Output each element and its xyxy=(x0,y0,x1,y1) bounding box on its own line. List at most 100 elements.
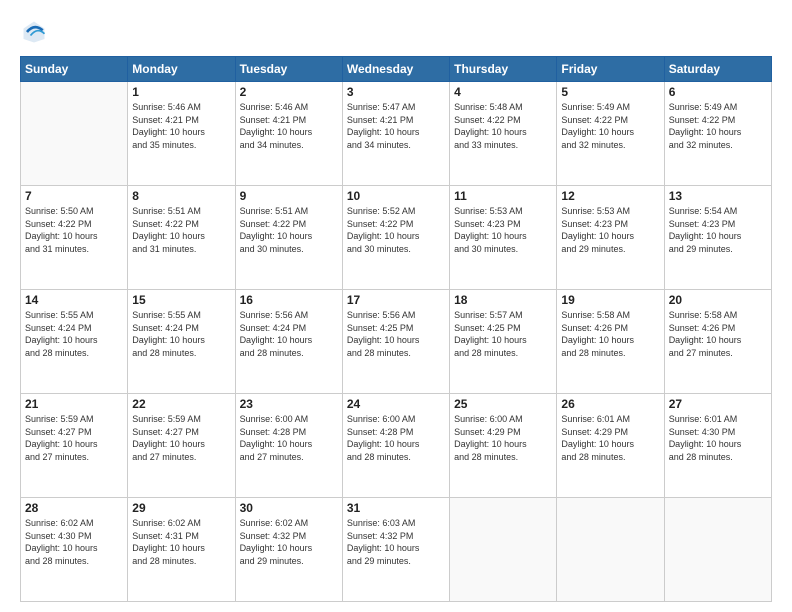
day-number: 14 xyxy=(25,293,123,307)
day-number: 6 xyxy=(669,85,767,99)
page: SundayMondayTuesdayWednesdayThursdayFrid… xyxy=(0,0,792,612)
day-number: 21 xyxy=(25,397,123,411)
day-info: Sunrise: 5:50 AM Sunset: 4:22 PM Dayligh… xyxy=(25,205,123,255)
day-number: 28 xyxy=(25,501,123,515)
day-number: 18 xyxy=(454,293,552,307)
day-info: Sunrise: 6:01 AM Sunset: 4:30 PM Dayligh… xyxy=(669,413,767,463)
day-cell: 27 Sunrise: 6:01 AM Sunset: 4:30 PM Dayli… xyxy=(664,394,771,498)
day-number: 17 xyxy=(347,293,445,307)
day-info: Sunrise: 5:46 AM Sunset: 4:21 PM Dayligh… xyxy=(132,101,230,151)
day-info: Sunrise: 5:53 AM Sunset: 4:23 PM Dayligh… xyxy=(454,205,552,255)
day-cell: 3Sunrise: 5:47 AM Sunset: 4:21 PM Daylig… xyxy=(342,82,449,186)
day-info: Sunrise: 6:03 AM Sunset: 4:32 PM Dayligh… xyxy=(347,517,445,567)
day-cell: 31 Sunrise: 6:03 AM Sunset: 4:32 PM Dayli… xyxy=(342,498,449,602)
day-cell: 28 Sunrise: 6:02 AM Sunset: 4:30 PM Dayli… xyxy=(21,498,128,602)
week-row-3: 21 Sunrise: 5:59 AM Sunset: 4:27 PM Dayli… xyxy=(21,394,772,498)
day-number: 7 xyxy=(25,189,123,203)
day-info: Sunrise: 5:56 AM Sunset: 4:24 PM Dayligh… xyxy=(240,309,338,359)
day-cell: 14 Sunrise: 5:55 AM Sunset: 4:24 PM Dayli… xyxy=(21,290,128,394)
day-cell: 16 Sunrise: 5:56 AM Sunset: 4:24 PM Dayli… xyxy=(235,290,342,394)
day-cell: 20 Sunrise: 5:58 AM Sunset: 4:26 PM Dayli… xyxy=(664,290,771,394)
day-info: Sunrise: 5:58 AM Sunset: 4:26 PM Dayligh… xyxy=(669,309,767,359)
day-number: 23 xyxy=(240,397,338,411)
day-info: Sunrise: 5:55 AM Sunset: 4:24 PM Dayligh… xyxy=(25,309,123,359)
day-cell xyxy=(557,498,664,602)
day-cell: 12Sunrise: 5:53 AM Sunset: 4:23 PM Dayli… xyxy=(557,186,664,290)
col-header-wednesday: Wednesday xyxy=(342,57,449,82)
day-cell: 5 Sunrise: 5:49 AM Sunset: 4:22 PM Daylig… xyxy=(557,82,664,186)
day-cell: 9 Sunrise: 5:51 AM Sunset: 4:22 PM Daylig… xyxy=(235,186,342,290)
week-row-0: 1 Sunrise: 5:46 AM Sunset: 4:21 PM Daylig… xyxy=(21,82,772,186)
calendar-table: SundayMondayTuesdayWednesdayThursdayFrid… xyxy=(20,56,772,602)
day-info: Sunrise: 5:59 AM Sunset: 4:27 PM Dayligh… xyxy=(25,413,123,463)
day-cell: 6 Sunrise: 5:49 AM Sunset: 4:22 PM Daylig… xyxy=(664,82,771,186)
day-cell: 25 Sunrise: 6:00 AM Sunset: 4:29 PM Dayli… xyxy=(450,394,557,498)
day-info: Sunrise: 5:49 AM Sunset: 4:22 PM Dayligh… xyxy=(669,101,767,151)
week-row-4: 28 Sunrise: 6:02 AM Sunset: 4:30 PM Dayli… xyxy=(21,498,772,602)
day-cell: 13 Sunrise: 5:54 AM Sunset: 4:23 PM Dayli… xyxy=(664,186,771,290)
day-cell: 23 Sunrise: 6:00 AM Sunset: 4:28 PM Dayli… xyxy=(235,394,342,498)
day-number: 24 xyxy=(347,397,445,411)
day-info: Sunrise: 5:49 AM Sunset: 4:22 PM Dayligh… xyxy=(561,101,659,151)
day-number: 4 xyxy=(454,85,552,99)
day-number: 26 xyxy=(561,397,659,411)
day-info: Sunrise: 6:02 AM Sunset: 4:31 PM Dayligh… xyxy=(132,517,230,567)
day-info: Sunrise: 6:00 AM Sunset: 4:29 PM Dayligh… xyxy=(454,413,552,463)
day-number: 27 xyxy=(669,397,767,411)
day-cell xyxy=(664,498,771,602)
col-header-saturday: Saturday xyxy=(664,57,771,82)
day-cell: 18 Sunrise: 5:57 AM Sunset: 4:25 PM Dayli… xyxy=(450,290,557,394)
day-cell: 4 Sunrise: 5:48 AM Sunset: 4:22 PM Daylig… xyxy=(450,82,557,186)
day-number: 16 xyxy=(240,293,338,307)
day-number: 11 xyxy=(454,189,552,203)
day-cell xyxy=(21,82,128,186)
day-info: Sunrise: 6:02 AM Sunset: 4:30 PM Dayligh… xyxy=(25,517,123,567)
day-cell xyxy=(450,498,557,602)
day-number: 13 xyxy=(669,189,767,203)
day-number: 8 xyxy=(132,189,230,203)
col-header-thursday: Thursday xyxy=(450,57,557,82)
day-number: 25 xyxy=(454,397,552,411)
day-info: Sunrise: 5:51 AM Sunset: 4:22 PM Dayligh… xyxy=(240,205,338,255)
header-row: SundayMondayTuesdayWednesdayThursdayFrid… xyxy=(21,57,772,82)
day-cell: 24 Sunrise: 6:00 AM Sunset: 4:28 PM Dayli… xyxy=(342,394,449,498)
day-info: Sunrise: 5:52 AM Sunset: 4:22 PM Dayligh… xyxy=(347,205,445,255)
day-number: 5 xyxy=(561,85,659,99)
day-info: Sunrise: 6:00 AM Sunset: 4:28 PM Dayligh… xyxy=(240,413,338,463)
day-info: Sunrise: 5:46 AM Sunset: 4:21 PM Dayligh… xyxy=(240,101,338,151)
day-info: Sunrise: 5:59 AM Sunset: 4:27 PM Dayligh… xyxy=(132,413,230,463)
day-cell: 30Sunrise: 6:02 AM Sunset: 4:32 PM Dayli… xyxy=(235,498,342,602)
day-number: 10 xyxy=(347,189,445,203)
day-cell: 7 Sunrise: 5:50 AM Sunset: 4:22 PM Daylig… xyxy=(21,186,128,290)
day-info: Sunrise: 5:53 AM Sunset: 4:23 PM Dayligh… xyxy=(561,205,659,255)
col-header-monday: Monday xyxy=(128,57,235,82)
day-number: 29 xyxy=(132,501,230,515)
col-header-sunday: Sunday xyxy=(21,57,128,82)
day-cell: 22 Sunrise: 5:59 AM Sunset: 4:27 PM Dayli… xyxy=(128,394,235,498)
day-info: Sunrise: 5:48 AM Sunset: 4:22 PM Dayligh… xyxy=(454,101,552,151)
day-number: 31 xyxy=(347,501,445,515)
day-number: 19 xyxy=(561,293,659,307)
day-info: Sunrise: 6:02 AM Sunset: 4:32 PM Dayligh… xyxy=(240,517,338,567)
day-number: 9 xyxy=(240,189,338,203)
day-info: Sunrise: 5:56 AM Sunset: 4:25 PM Dayligh… xyxy=(347,309,445,359)
day-info: Sunrise: 6:01 AM Sunset: 4:29 PM Dayligh… xyxy=(561,413,659,463)
col-header-friday: Friday xyxy=(557,57,664,82)
day-info: Sunrise: 5:57 AM Sunset: 4:25 PM Dayligh… xyxy=(454,309,552,359)
day-number: 22 xyxy=(132,397,230,411)
day-cell: 2Sunrise: 5:46 AM Sunset: 4:21 PM Daylig… xyxy=(235,82,342,186)
day-info: Sunrise: 5:58 AM Sunset: 4:26 PM Dayligh… xyxy=(561,309,659,359)
day-cell: 10 Sunrise: 5:52 AM Sunset: 4:22 PM Dayli… xyxy=(342,186,449,290)
day-cell: 1 Sunrise: 5:46 AM Sunset: 4:21 PM Daylig… xyxy=(128,82,235,186)
week-row-1: 7 Sunrise: 5:50 AM Sunset: 4:22 PM Daylig… xyxy=(21,186,772,290)
day-cell: 29 Sunrise: 6:02 AM Sunset: 4:31 PM Dayli… xyxy=(128,498,235,602)
day-cell: 19 Sunrise: 5:58 AM Sunset: 4:26 PM Dayli… xyxy=(557,290,664,394)
day-info: Sunrise: 6:00 AM Sunset: 4:28 PM Dayligh… xyxy=(347,413,445,463)
day-number: 1 xyxy=(132,85,230,99)
day-info: Sunrise: 5:55 AM Sunset: 4:24 PM Dayligh… xyxy=(132,309,230,359)
day-cell: 15Sunrise: 5:55 AM Sunset: 4:24 PM Dayli… xyxy=(128,290,235,394)
day-number: 3 xyxy=(347,85,445,99)
week-row-2: 14 Sunrise: 5:55 AM Sunset: 4:24 PM Dayli… xyxy=(21,290,772,394)
day-info: Sunrise: 5:54 AM Sunset: 4:23 PM Dayligh… xyxy=(669,205,767,255)
day-number: 20 xyxy=(669,293,767,307)
